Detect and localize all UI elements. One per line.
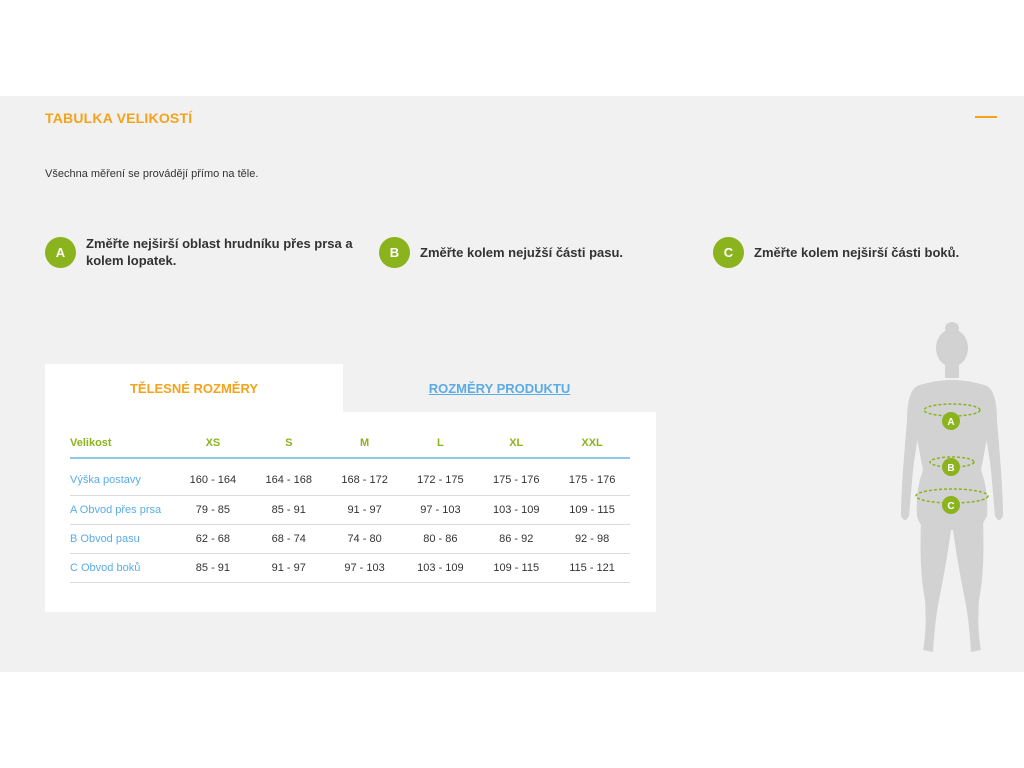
table-cell: 164 - 168 xyxy=(250,466,327,496)
table-cell: 172 - 175 xyxy=(402,466,479,496)
table-cell: 175 - 176 xyxy=(478,466,555,496)
step-c: C Změřte kolem nejširší části boků. xyxy=(713,237,959,268)
table-row: C Obvod boků 85 - 91 91 - 97 97 - 103 10… xyxy=(70,553,630,583)
intro-text: Všechna měření se provádějí přímo na těl… xyxy=(45,168,259,180)
table-cell: 109 - 115 xyxy=(478,553,555,583)
table-cell: 85 - 91 xyxy=(175,553,251,583)
table-header-row: Velikost XS S M L XL XXL xyxy=(70,428,630,459)
table-cell: 91 - 97 xyxy=(250,553,327,583)
table-cell: 68 - 74 xyxy=(250,524,327,554)
size-table-panel: TABULKA VELIKOSTÍ Všechna měření se prov… xyxy=(0,96,1024,672)
figure-label-a: A xyxy=(947,417,954,428)
table-cell: 62 - 68 xyxy=(175,524,251,554)
figure-label-b: B xyxy=(947,463,954,474)
table-cell: 91 - 97 xyxy=(326,495,403,525)
badge-a: A xyxy=(45,237,76,268)
table-row: B Obvod pasu 62 - 68 68 - 74 74 - 80 80 … xyxy=(70,524,630,554)
row-label: Výška postavy xyxy=(70,466,175,496)
collapse-icon[interactable] xyxy=(975,116,997,118)
table-cell: 103 - 109 xyxy=(402,553,479,583)
silhouette-icon xyxy=(901,322,1003,652)
table-cell: 168 - 172 xyxy=(326,466,403,496)
table-cell: 85 - 91 xyxy=(250,495,327,525)
header-size: Velikost xyxy=(70,428,175,459)
step-b-text: Změřte kolem nejužší části pasu. xyxy=(420,245,624,260)
row-label: A Obvod přes prsa xyxy=(70,495,175,525)
header-xl: XL xyxy=(478,428,555,459)
table-cell: 175 - 176 xyxy=(554,466,630,496)
table-spacer xyxy=(70,458,630,466)
table-cell: 74 - 80 xyxy=(326,524,403,554)
table-cell: 79 - 85 xyxy=(175,495,251,525)
table-cell: 109 - 115 xyxy=(554,495,630,525)
table-cell: 160 - 164 xyxy=(175,466,251,496)
header-xs: XS xyxy=(175,428,251,459)
table-row: A Obvod přes prsa 79 - 85 85 - 91 91 - 9… xyxy=(70,495,630,525)
body-silhouette-figure: A B C xyxy=(901,322,1003,652)
table-cell: 115 - 121 xyxy=(554,553,630,583)
table-cell: 86 - 92 xyxy=(478,524,555,554)
figure-label-c: C xyxy=(947,501,954,512)
step-a-text: Změřte nejširší oblast hrudníku přes prs… xyxy=(86,236,353,268)
size-table-card: Velikost XS S M L XL XXL Výška postavy 1… xyxy=(45,412,656,612)
size-table: Velikost XS S M L XL XXL Výška postavy 1… xyxy=(70,428,630,583)
panel-title: TABULKA VELIKOSTÍ xyxy=(45,110,193,126)
table-cell: 92 - 98 xyxy=(554,524,630,554)
step-a: A Změřte nejširší oblast hrudníku přes p… xyxy=(45,236,356,269)
tab-product-measurements[interactable]: ROZMĚRY PRODUKTU xyxy=(343,364,656,412)
table-cell: 80 - 86 xyxy=(402,524,479,554)
table-row: Výška postavy 160 - 164 164 - 168 168 - … xyxy=(70,466,630,496)
header-s: S xyxy=(250,428,327,459)
badge-c: C xyxy=(713,237,744,268)
row-label: C Obvod boků xyxy=(70,553,175,583)
step-c-text: Změřte kolem nejširší části boků. xyxy=(754,245,960,260)
header-l: L xyxy=(402,428,479,459)
header-xxl: XXL xyxy=(554,428,630,459)
row-label: B Obvod pasu xyxy=(70,524,175,554)
table-cell: 97 - 103 xyxy=(326,553,403,583)
badge-b: B xyxy=(379,237,410,268)
header-m: M xyxy=(326,428,403,459)
step-b: B Změřte kolem nejužší části pasu. xyxy=(379,237,623,268)
tab-body-measurements[interactable]: TĚLESNÉ ROZMĚRY xyxy=(45,364,343,412)
table-cell: 103 - 109 xyxy=(478,495,555,525)
table-cell: 97 - 103 xyxy=(402,495,479,525)
size-tabs: TĚLESNÉ ROZMĚRY ROZMĚRY PRODUKTU xyxy=(45,364,656,412)
